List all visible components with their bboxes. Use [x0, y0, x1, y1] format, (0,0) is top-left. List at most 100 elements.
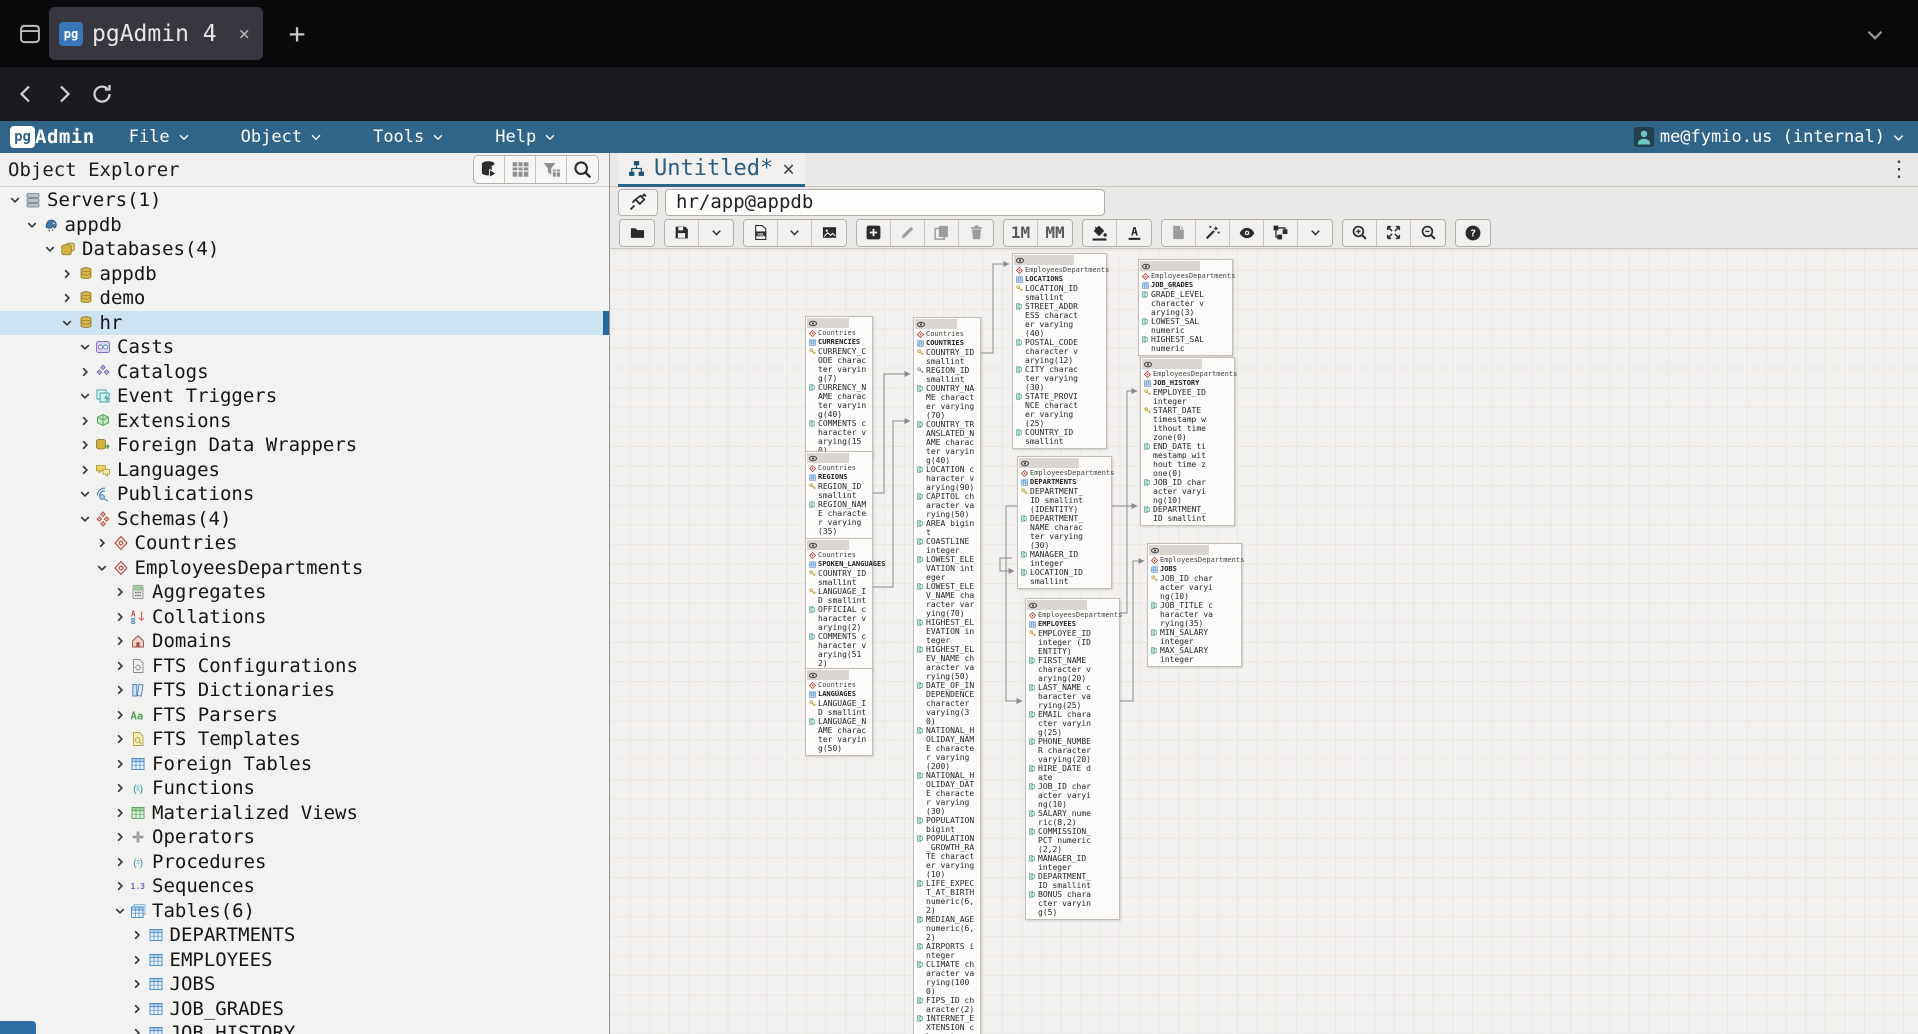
- cardinality-options-button[interactable]: [1298, 220, 1332, 246]
- zoom-in-button[interactable]: [1343, 220, 1377, 246]
- chevron-down-icon[interactable]: [78, 341, 91, 353]
- chevron-right-icon[interactable]: [113, 660, 126, 672]
- table-header-bar[interactable]: [1142, 359, 1202, 369]
- tree-item-collations[interactable]: ABCollations: [0, 605, 609, 630]
- menu-tools[interactable]: Tools: [373, 127, 445, 147]
- chevron-right-icon[interactable]: [113, 611, 126, 623]
- tree-item-demo[interactable]: demo: [0, 286, 609, 311]
- table-header-bar[interactable]: [807, 453, 849, 463]
- chevron-down-icon[interactable]: [78, 390, 91, 402]
- tree-item-operators[interactable]: Operators: [0, 825, 609, 850]
- window-chevron-down-icon[interactable]: [1862, 22, 1888, 48]
- save-project-button[interactable]: [665, 220, 699, 246]
- add-note-button[interactable]: [1162, 220, 1196, 246]
- chevron-right-icon[interactable]: [78, 415, 91, 427]
- erd-table-job-history[interactable]: EmployeesDepartmentsJOB_HISTORYEMPLOYEE_…: [1140, 357, 1235, 526]
- browser-tab-pgadmin[interactable]: pg pgAdmin 4 ×: [49, 7, 263, 60]
- filtered-rows-button[interactable]: [536, 156, 567, 183]
- chevron-right-icon[interactable]: [113, 782, 126, 794]
- chevron-down-icon[interactable]: [78, 513, 91, 525]
- tree-item-countries[interactable]: Countries: [0, 531, 609, 556]
- tree-item-publications[interactable]: Publications: [0, 482, 609, 507]
- tree-item-job-grades[interactable]: JOB_GRADES: [0, 997, 609, 1022]
- chevron-right-icon[interactable]: [131, 1027, 144, 1034]
- tree-item-fts-templates[interactable]: FTS Templates: [0, 727, 609, 752]
- tree-item-fts-dictionaries[interactable]: FTS Dictionaries: [0, 678, 609, 703]
- generate-sql-button[interactable]: SQL: [744, 220, 778, 246]
- table-header-bar[interactable]: [807, 670, 849, 680]
- tree-item-extensions[interactable]: Extensions: [0, 409, 609, 434]
- menu-object[interactable]: Object: [241, 127, 323, 147]
- object-explorer-tree[interactable]: Servers(1)appdbDatabases(4)appdbdemohrCa…: [0, 188, 609, 1034]
- one-to-many-button[interactable]: 1M: [1004, 220, 1038, 246]
- add-table-button[interactable]: [857, 220, 891, 246]
- tree-item-aggregates[interactable]: Aggregates: [0, 580, 609, 605]
- view-data-button[interactable]: [505, 156, 536, 183]
- save-options-button[interactable]: [699, 220, 733, 246]
- tree-item-departments[interactable]: DEPARTMENTS: [0, 923, 609, 948]
- zoom-to-fit-button[interactable]: [1377, 220, 1411, 246]
- chevron-down-icon[interactable]: [78, 488, 91, 500]
- erd-table-languages[interactable]: CountriesLANGUAGESLANGUAGE_ID smallintLA…: [805, 668, 873, 756]
- erd-table-employees[interactable]: EmployeesDepartmentsEMPLOYEESEMPLOYEE_ID…: [1025, 598, 1120, 920]
- clone-table-button[interactable]: [925, 220, 959, 246]
- tree-item-casts[interactable]: Casts: [0, 335, 609, 360]
- drop-table-button[interactable]: [959, 220, 993, 246]
- table-header-bar[interactable]: [807, 318, 849, 328]
- chevron-right-icon[interactable]: [61, 268, 74, 280]
- chevron-down-icon[interactable]: [43, 243, 56, 255]
- chevron-down-icon[interactable]: [61, 317, 74, 329]
- erd-table-spoken-languages[interactable]: CountriesSPOKEN_LANGUAGESCOUNTRY_ID smal…: [805, 538, 873, 671]
- reload-button[interactable]: [84, 78, 120, 110]
- chevron-right-icon[interactable]: [113, 880, 126, 892]
- chevron-right-icon[interactable]: [113, 831, 126, 843]
- text-color-button[interactable]: A: [1117, 220, 1151, 246]
- tab-untitled-erd[interactable]: Untitled* ×: [618, 153, 805, 187]
- show-details-button[interactable]: [1230, 220, 1264, 246]
- erd-table-jobs[interactable]: EmployeesDepartmentsJOBSJOB_ID character…: [1147, 543, 1242, 667]
- table-header-bar[interactable]: [915, 319, 957, 329]
- tree-item-fts-parsers[interactable]: AaFTS Parsers: [0, 703, 609, 728]
- erd-table-departments[interactable]: EmployeesDepartmentsDEPARTMENTSDEPARTMEN…: [1017, 456, 1112, 589]
- chevron-right-icon[interactable]: [131, 954, 144, 966]
- sql-options-button[interactable]: [778, 220, 812, 246]
- new-tab-button[interactable]: +: [280, 16, 314, 50]
- fill-color-button[interactable]: [1083, 220, 1117, 246]
- many-to-many-button[interactable]: MM: [1038, 220, 1072, 246]
- tab-close-icon[interactable]: ×: [236, 23, 253, 45]
- table-header-bar[interactable]: [1149, 545, 1209, 555]
- chevron-right-icon[interactable]: [61, 292, 74, 304]
- tree-item-jobs[interactable]: JOBS: [0, 972, 609, 997]
- tree-item-hr[interactable]: hr: [0, 311, 609, 336]
- chevron-right-icon[interactable]: [113, 807, 126, 819]
- connection-status-button[interactable]: [618, 189, 658, 216]
- tree-item-databases-4[interactable]: Databases(4): [0, 237, 609, 262]
- tree-item-appdb[interactable]: appdb: [0, 213, 609, 238]
- table-header-bar[interactable]: [1140, 261, 1200, 271]
- tree-item-foreign-tables[interactable]: Foreign Tables: [0, 752, 609, 777]
- forward-button[interactable]: [46, 78, 82, 110]
- erd-table-job-grades[interactable]: EmployeesDepartmentsJOB_GRADESGRADE_LEVE…: [1138, 259, 1233, 356]
- tree-item-catalogs[interactable]: Catalogs: [0, 360, 609, 385]
- cardinality-button[interactable]: [1264, 220, 1298, 246]
- table-header-bar[interactable]: [1027, 600, 1087, 610]
- chevron-right-icon[interactable]: [113, 758, 126, 770]
- tree-item-event-triggers[interactable]: Event Triggers: [0, 384, 609, 409]
- account-menu[interactable]: me@fymio.us (internal): [1634, 127, 1906, 147]
- back-button[interactable]: [8, 78, 44, 110]
- tree-item-materialized-views[interactable]: Materialized Views: [0, 801, 609, 826]
- chevron-right-icon[interactable]: [78, 366, 91, 378]
- tree-item-appdb[interactable]: appdb: [0, 262, 609, 287]
- chevron-right-icon[interactable]: [113, 733, 126, 745]
- chevron-right-icon[interactable]: [113, 856, 126, 868]
- erd-table-countries[interactable]: CountriesCOUNTRIESCOUNTRY_ID smallintREG…: [913, 317, 981, 1034]
- tree-item-languages[interactable]: Languages: [0, 458, 609, 483]
- tree-item-fts-configurations[interactable]: FTS Configurations: [0, 654, 609, 679]
- table-header-bar[interactable]: [1014, 255, 1074, 265]
- erd-canvas[interactable]: CountriesCURRENCIESCURRENCY_CODE charact…: [610, 250, 1918, 1034]
- tree-item-employeesdepartments[interactable]: EmployeesDepartments: [0, 556, 609, 581]
- tree-item-employees[interactable]: EMPLOYEES: [0, 948, 609, 973]
- chevron-right-icon[interactable]: [113, 586, 126, 598]
- chevron-right-icon[interactable]: [96, 537, 109, 549]
- tree-item-sequences[interactable]: 1.3Sequences: [0, 874, 609, 899]
